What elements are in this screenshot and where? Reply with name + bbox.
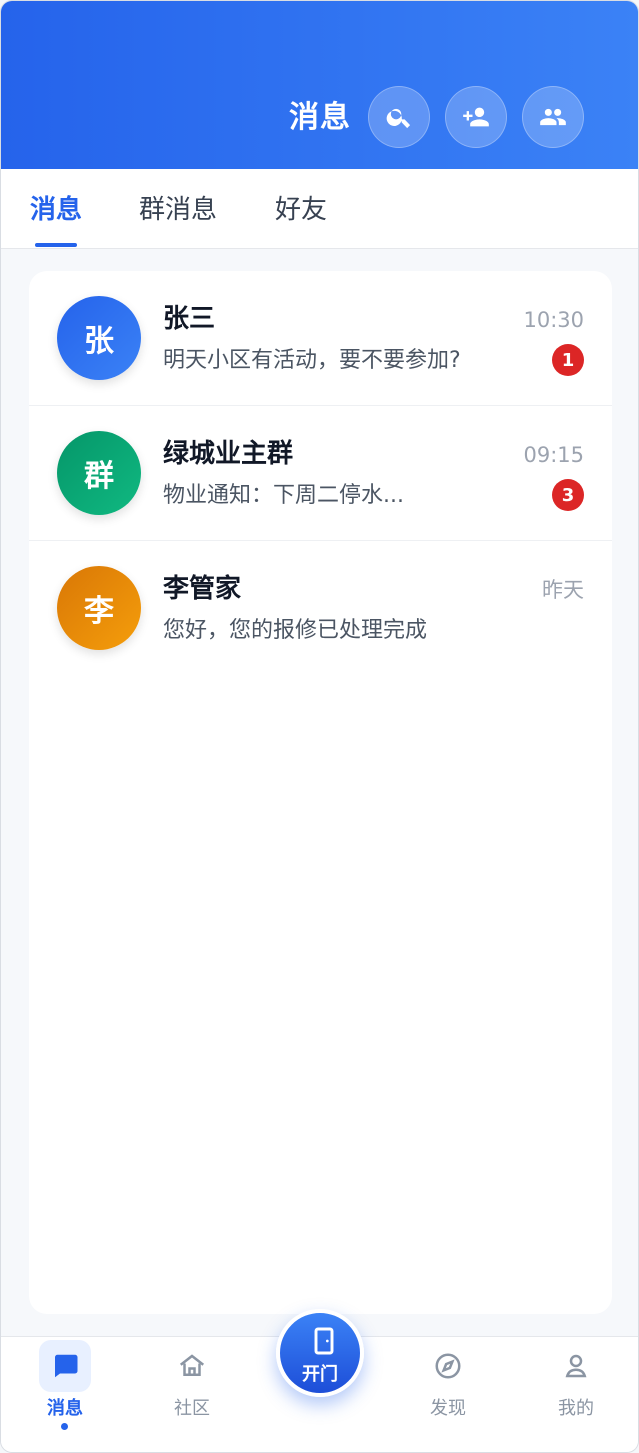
contact-name: 张三 <box>163 304 216 334</box>
avatar: 群 <box>57 431 141 515</box>
unread-badge: 3 <box>552 479 584 511</box>
nav-label: 我的 <box>558 1398 594 1419</box>
user-icon <box>550 1340 602 1392</box>
nav-item-community[interactable]: 社区 <box>142 1337 242 1452</box>
page-title: 消息 <box>289 100 351 135</box>
add-friend-button[interactable] <box>445 86 507 148</box>
nav-item-profile[interactable]: 我的 <box>526 1337 626 1452</box>
avatar: 李 <box>57 566 141 650</box>
add-friend-icon <box>463 107 489 127</box>
message-time: 10:30 <box>523 308 584 332</box>
avatar: 张 <box>57 296 141 380</box>
message-time: 昨天 <box>542 578 584 602</box>
chat-icon <box>39 1340 91 1392</box>
message-preview: 明天小区有活动，要不要参加? <box>163 348 461 373</box>
group-button[interactable] <box>522 86 584 148</box>
nav-label: 社区 <box>174 1398 210 1419</box>
conversation-row[interactable]: 李 李管家 您好，您的报修已处理完成 昨天 <box>29 541 612 676</box>
nav-label: 发现 <box>430 1398 466 1419</box>
nav-item-messages[interactable]: 消息 <box>15 1337 115 1452</box>
nav-item-discover[interactable]: 发现 <box>398 1337 498 1452</box>
search-icon <box>386 108 411 129</box>
search-button[interactable] <box>368 86 430 148</box>
active-indicator-dot <box>61 1423 68 1430</box>
top-header: 消息 <box>1 1 638 169</box>
conversation-row[interactable]: 张 张三 明天小区有活动，要不要参加? 10:30 1 <box>29 271 612 406</box>
message-preview: 物业通知：下周二停水... <box>163 483 404 508</box>
contact-name: 绿城业主群 <box>163 439 294 469</box>
compass-icon <box>422 1340 474 1392</box>
app-frame: 消息 消息 群消息 好友 张 张三 明天小区有活动，要不要参加? 10:30 1… <box>0 0 639 1453</box>
nav-label: 消息 <box>47 1398 83 1419</box>
message-time: 09:15 <box>523 443 584 467</box>
open-door-button[interactable]: 开门 <box>276 1309 364 1397</box>
conversation-row[interactable]: 群 绿城业主群 物业通知：下周二停水... 09:15 3 <box>29 406 612 541</box>
door-icon <box>314 1327 334 1355</box>
group-icon <box>540 108 566 126</box>
conversation-list: 张 张三 明天小区有活动，要不要参加? 10:30 1 群 绿城业主群 物业通知… <box>29 271 612 1314</box>
tab-friends[interactable]: 好友 <box>275 193 327 227</box>
tab-messages[interactable]: 消息 <box>30 193 82 227</box>
message-preview: 您好，您的报修已处理完成 <box>163 618 428 643</box>
tab-group-messages[interactable]: 群消息 <box>139 193 217 227</box>
message-tabs: 消息 群消息 好友 <box>1 169 638 249</box>
home-icon <box>166 1340 218 1392</box>
active-tab-indicator <box>35 243 77 247</box>
contact-name: 李管家 <box>163 574 242 604</box>
unread-badge: 1 <box>552 344 584 376</box>
open-door-label: 开门 <box>302 1364 338 1385</box>
